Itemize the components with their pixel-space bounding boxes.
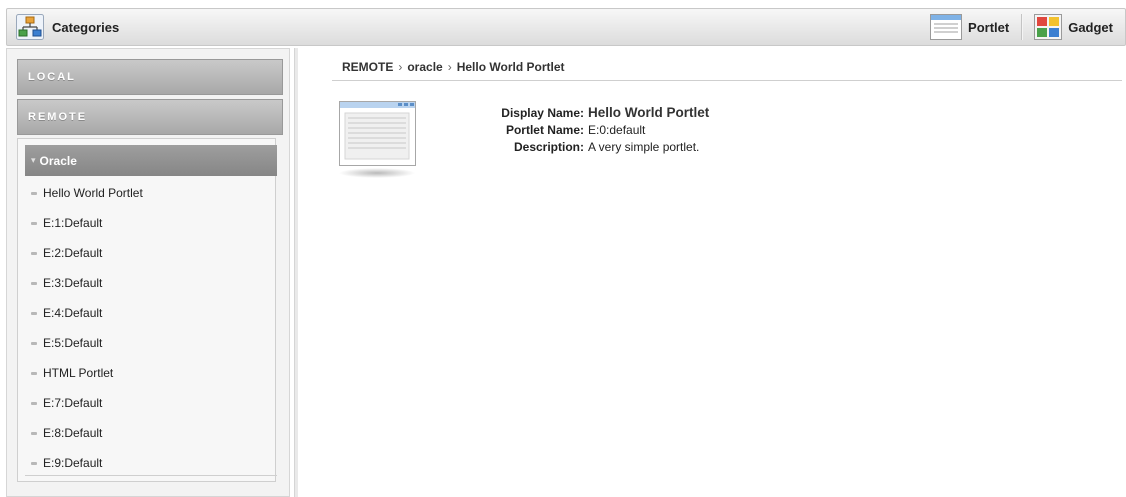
breadcrumb-separator: › — [447, 60, 452, 74]
breadcrumb-item[interactable]: REMOTE — [342, 60, 393, 74]
bullet-icon — [31, 281, 37, 285]
categories-button[interactable]: Categories — [16, 13, 119, 41]
portlet-name-value: E:0:default — [588, 122, 646, 137]
list-item-label: E:8:Default — [43, 426, 103, 440]
description-row: Description: A very simple portlet. — [476, 138, 709, 155]
list-item-label: Hello World Portlet — [43, 186, 143, 200]
breadcrumb-item[interactable]: oracle — [407, 60, 442, 74]
category-remote[interactable]: REMOTE — [17, 99, 283, 135]
bullet-icon — [31, 431, 37, 435]
pane-divider[interactable] — [294, 48, 298, 497]
portlet-list: Hello World Portlet E:1:Default E:2:Defa… — [25, 178, 277, 478]
list-item[interactable]: E:4:Default — [25, 298, 277, 328]
list-item[interactable]: E:8:Default — [25, 418, 277, 448]
portlet-thumbnail-icon — [339, 101, 416, 178]
bullet-icon — [31, 221, 37, 225]
category-sidebar: LOCAL REMOTE ▾ Oracle Hello World Portle… — [6, 48, 290, 497]
display-name-row: Display Name: Hello World Portlet — [476, 104, 709, 121]
description-value: A very simple portlet. — [588, 139, 700, 154]
display-name-label: Display Name: — [501, 105, 584, 120]
breadcrumb-divider — [332, 80, 1122, 81]
portlet-name-label: Portlet Name: — [505, 122, 584, 137]
list-item-label: E:7:Default — [43, 396, 103, 410]
list-item[interactable]: E:5:Default — [25, 328, 277, 358]
gadget-icon — [1034, 14, 1063, 40]
bullet-icon — [31, 191, 37, 195]
list-item-label: E:3:Default — [43, 276, 103, 290]
bullet-icon — [31, 371, 37, 375]
list-item[interactable]: Hello World Portlet — [25, 178, 277, 208]
bullet-icon — [31, 341, 37, 345]
categories-label: Categories — [52, 19, 120, 35]
list-item-label: HTML Portlet — [43, 366, 114, 380]
remote-tree: ▾ Oracle Hello World Portlet E:1:Default… — [17, 138, 277, 482]
categories-icon — [16, 14, 44, 40]
breadcrumb: REMOTE › oracle › Hello World Portlet — [342, 60, 565, 74]
breadcrumb-item-current: Hello World Portlet — [456, 60, 565, 74]
collapse-icon: ▾ — [31, 155, 36, 165]
bullet-icon — [31, 461, 37, 465]
list-item[interactable]: HTML Portlet — [25, 358, 277, 388]
list-item-label: E:1:Default — [43, 216, 103, 230]
portlet-details: Display Name: Hello World Portlet Portle… — [476, 104, 709, 155]
breadcrumb-separator: › — [398, 60, 403, 74]
description-label: Description: — [513, 139, 584, 154]
gadget-button[interactable]: Gadget — [1022, 9, 1125, 45]
bullet-icon — [31, 311, 37, 315]
portlet-label: Portlet — [968, 19, 1010, 35]
portlet-name-row: Portlet Name: E:0:default — [476, 121, 709, 138]
list-item[interactable]: E:3:Default — [25, 268, 277, 298]
bullet-icon — [31, 251, 37, 255]
portlet-button[interactable]: Portlet — [918, 9, 1021, 45]
list-item-label: E:2:Default — [43, 246, 103, 260]
list-item[interactable]: E:7:Default — [25, 388, 277, 418]
list-item[interactable]: E:2:Default — [25, 238, 277, 268]
display-name-value: Hello World Portlet — [588, 105, 710, 120]
list-item-label: E:4:Default — [43, 306, 103, 320]
group-oracle[interactable]: ▾ Oracle — [25, 145, 277, 176]
list-item[interactable]: E:1:Default — [25, 208, 277, 238]
portlet-icon — [930, 14, 963, 40]
list-item-label: E:5:Default — [43, 336, 103, 350]
list-item[interactable]: E:9:Default — [25, 448, 277, 478]
group-oracle-label: Oracle — [39, 153, 77, 168]
gadget-label: Gadget — [1068, 19, 1113, 35]
category-local[interactable]: LOCAL — [17, 59, 283, 95]
tree-divider — [25, 475, 277, 476]
bullet-icon — [31, 401, 37, 405]
top-toolbar: Categories Portlet Gadget — [6, 8, 1126, 46]
list-item-label: E:9:Default — [43, 456, 103, 470]
